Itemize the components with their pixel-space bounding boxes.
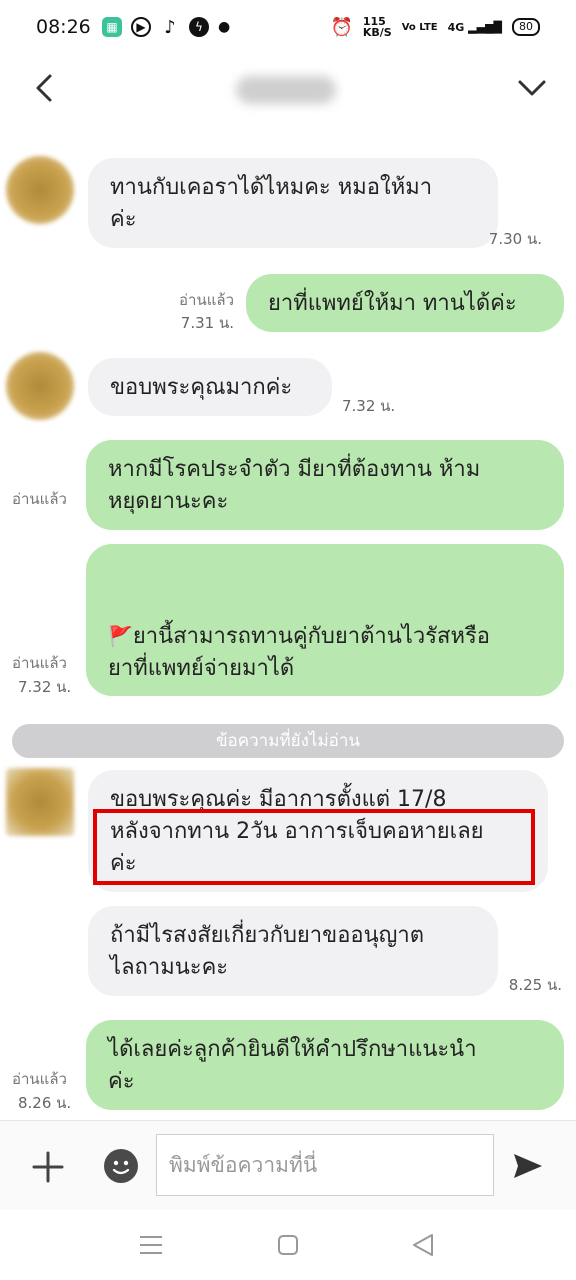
signal-type: 4G <box>447 20 465 34</box>
avatar[interactable] <box>6 768 74 836</box>
back-icon[interactable] <box>28 70 64 106</box>
more-notifications-dot-icon: ● <box>218 19 231 35</box>
plus-icon[interactable] <box>30 1149 66 1185</box>
status-bar: 08:26 ▦ ▶ ♪ ϟ ● ⏰ 115 KB/S Vo LTE 4G ▂▄▆… <box>0 0 576 58</box>
network-speed: 115 KB/S <box>362 15 392 39</box>
message-bubble-outgoing[interactable]: หากมีโรคประจำตัว มียาที่ต้องทาน ห้าม หยุ… <box>86 440 564 530</box>
app-notification-icon: ▦ <box>102 17 122 37</box>
message-bubble-incoming[interactable]: ทานกับเคอราได้ไหมคะ หมอให้มา ค่ะ <box>88 158 498 248</box>
message-time: 8.26 น. <box>18 1094 72 1112</box>
nav-home-icon[interactable] <box>276 1233 300 1257</box>
avatar[interactable] <box>6 156 74 224</box>
battery-level: 80 <box>512 18 540 36</box>
nav-menu-icon[interactable] <box>138 1234 164 1256</box>
messenger-icon: ϟ <box>189 17 209 37</box>
message-bubble-outgoing[interactable]: ยาที่แพทย์ให้มา ทานได้ค่ะ <box>246 274 564 332</box>
chat-messages[interactable]: ทานกับเคอราได้ไหมคะ หมอให้มา ค่ะ 7.30 น.… <box>0 126 576 1120</box>
flag-icon: 🚩 <box>108 624 133 648</box>
message-time: 7.32 น. <box>18 678 72 696</box>
read-receipt: อ่านแล้ว <box>12 1070 67 1088</box>
highlight-box <box>93 809 535 885</box>
read-receipt: อ่านแล้ว <box>12 654 67 672</box>
avatar[interactable] <box>6 352 74 420</box>
message-bubble-outgoing[interactable]: 🚩ยานี้สามารถทานคู่กับยาต้านไวรัสหรือ ยาท… <box>86 544 564 696</box>
system-nav-bar <box>0 1210 576 1280</box>
status-time: 08:26 <box>36 16 91 38</box>
message-bubble-outgoing[interactable]: ได้เลยค่ะลูกค้ายินดีให้คำปรึกษาแนะนำ ค่ะ <box>86 1020 564 1110</box>
message-bubble-incoming[interactable]: ขอบพระคุณมากค่ะ <box>88 358 332 416</box>
message-bubble-incoming[interactable]: ถ้ามีไรสงสัยเกี่ยวกับยาขออนุญาต ไลถามนะค… <box>88 906 498 996</box>
emoji-icon[interactable] <box>104 1149 138 1183</box>
tiktok-icon: ♪ <box>164 16 176 38</box>
signal-indicator: 4G ▂▄▆█ <box>447 20 502 34</box>
message-input[interactable] <box>156 1134 494 1196</box>
chat-header <box>0 58 576 126</box>
volte-indicator: Vo LTE <box>401 21 438 33</box>
cast-icon: ▶ <box>131 17 151 37</box>
nav-back-icon[interactable] <box>410 1232 436 1258</box>
message-time: 7.31 น. <box>180 314 234 332</box>
composer-bar <box>0 1120 576 1211</box>
send-icon[interactable] <box>510 1148 546 1184</box>
unread-divider: ข้อความที่ยังไม่อ่าน <box>12 724 564 758</box>
read-receipt: อ่านแล้ว <box>12 490 67 508</box>
alarm-icon: ⏰ <box>330 16 353 38</box>
message-text: ยานี้สามารถทานคู่กับยาต้านไวรัสหรือ ยาที… <box>108 624 490 681</box>
message-time: 7.30 น. <box>488 230 542 248</box>
chevron-down-icon[interactable] <box>514 70 550 106</box>
message-time: 7.32 น. <box>342 397 396 415</box>
status-system-icons: ⏰ 115 KB/S Vo LTE 4G ▂▄▆█ 80 <box>330 16 540 38</box>
message-time: 8.25 น. <box>508 976 562 994</box>
read-receipt: อ่านแล้ว <box>179 291 234 309</box>
contact-name-blurred <box>236 76 336 104</box>
status-notification-icons: ▦ ▶ ♪ ϟ ● <box>102 16 231 38</box>
